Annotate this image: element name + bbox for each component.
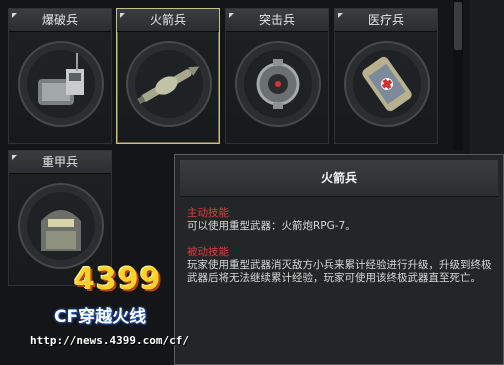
rocket-launcher-icon bbox=[126, 41, 212, 127]
class-card-demolition[interactable]: 爆破兵 bbox=[8, 8, 112, 144]
card-corner-marker bbox=[229, 13, 234, 18]
class-card-title: 火箭兵 bbox=[117, 9, 219, 32]
class-card-title: 爆破兵 bbox=[9, 9, 111, 32]
scrollbar-thumb[interactable] bbox=[454, 2, 462, 50]
tooltip-body: 主动技能 可以使用重型武器：火箭炮RPG-7。 被动技能 玩家使用重型武器消灭敌… bbox=[187, 207, 499, 285]
watermark-url: http://news.4399.com/cf/ bbox=[30, 334, 189, 347]
site-watermark: 4399 CF穿越火线 http://news.4399.com/cf/ bbox=[30, 262, 230, 362]
class-card-rocket[interactable]: 火箭兵 bbox=[116, 8, 220, 144]
card-corner-marker bbox=[12, 13, 17, 18]
medkit-icon bbox=[344, 41, 430, 127]
active-skill-text: 可以使用重型武器：火箭炮RPG-7。 bbox=[187, 220, 356, 232]
class-card-medic[interactable]: 医疗兵 bbox=[334, 8, 438, 144]
card-corner-marker bbox=[120, 13, 125, 18]
active-skill-title: 主动技能 bbox=[187, 207, 229, 219]
watermark-brand: 4399 bbox=[74, 262, 162, 297]
passive-skill-text: 玩家使用重型武器消灭敌方小兵来累计经验进行升级，升级到终极武器后将无法继续累计经… bbox=[187, 259, 492, 284]
watermark-title: CF穿越火线 bbox=[54, 307, 147, 327]
card-corner-marker bbox=[12, 155, 17, 160]
heavy-armor-icon bbox=[18, 183, 104, 269]
demolition-icon bbox=[18, 41, 104, 127]
passive-skill-title: 被动技能 bbox=[187, 246, 229, 258]
card-list-scrollbar[interactable] bbox=[453, 0, 463, 150]
class-card-title: 医疗兵 bbox=[335, 9, 437, 32]
class-selection-panel: 爆破兵 火箭兵 突击兵 医疗兵 重甲兵 火箭兵 主动技能 可以使用重型武器：火箭… bbox=[0, 0, 504, 365]
card-corner-marker bbox=[338, 13, 343, 18]
tooltip-title: 火箭兵 bbox=[180, 160, 498, 197]
class-card-title: 突击兵 bbox=[226, 9, 328, 32]
class-card-assault[interactable]: 突击兵 bbox=[225, 8, 329, 144]
scope-icon bbox=[235, 41, 321, 127]
class-card-title: 重甲兵 bbox=[9, 151, 111, 174]
